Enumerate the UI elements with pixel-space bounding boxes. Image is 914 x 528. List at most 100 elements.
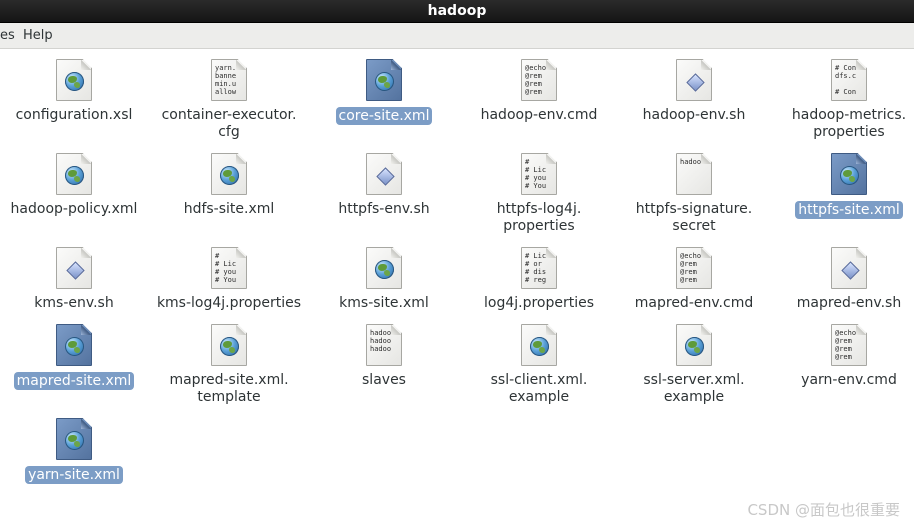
script-icon xyxy=(686,73,705,92)
globe-doc-icon xyxy=(676,324,712,366)
file-item[interactable]: yarn. banne min.u allow container-executo… xyxy=(154,59,304,141)
file-label: kms-site.xml xyxy=(309,295,459,312)
file-label-line: secret xyxy=(672,218,716,234)
globe-doc-icon xyxy=(211,153,247,195)
file-item[interactable]: configuration.xsl xyxy=(0,59,149,124)
text-preview: @echo @rem @rem @rem xyxy=(525,64,547,96)
file-label: yarn-site.xml xyxy=(0,466,149,484)
script-icon xyxy=(841,261,860,280)
globe-icon xyxy=(220,166,239,185)
globe-icon xyxy=(840,166,859,185)
file-item[interactable]: hadoo httpfs-signature. secret xyxy=(619,153,769,235)
file-label-line: httpfs-signature. xyxy=(635,201,753,217)
file-label-line: kms-log4j.properties xyxy=(156,295,302,311)
file-label: hadoop-metrics. properties xyxy=(774,107,914,141)
globe-doc-icon xyxy=(211,324,247,366)
text-doc-icon: @echo @rem @rem @rem xyxy=(831,324,867,366)
file-label: hadoop-env.cmd xyxy=(464,107,614,124)
file-item[interactable]: @echo @rem @rem @rem yarn-env.cmd xyxy=(774,324,914,389)
file-label-line: httpfs-log4j. xyxy=(496,201,582,217)
file-label: httpfs-env.sh xyxy=(309,201,459,218)
file-label-line: container-executor. xyxy=(161,107,297,123)
file-label-line: hadoop-env.cmd xyxy=(480,107,598,123)
file-grid: configuration.xsl yarn. banne min.u allow… xyxy=(0,49,914,528)
file-label: mapred-site.xml. template xyxy=(154,372,304,406)
file-item[interactable]: @echo @rem @rem @rem mapred-env.cmd xyxy=(619,247,769,312)
file-label-line: hadoop-env.sh xyxy=(642,107,746,123)
file-label: mapred-env.cmd xyxy=(619,295,769,312)
file-item[interactable]: hadoop-policy.xml xyxy=(0,153,149,218)
file-item[interactable]: # Lic # or # dis # reg log4j.properties xyxy=(464,247,614,312)
file-label: slaves xyxy=(309,372,459,389)
file-label: kms-log4j.properties xyxy=(154,295,304,312)
file-label-line: hadoop-policy.xml xyxy=(10,201,138,217)
text-doc-icon: # # Lic # you # You xyxy=(211,247,247,289)
file-label-line: mapred-env.cmd xyxy=(634,295,754,311)
file-item[interactable]: # # Lic # you # You httpfs-log4j. properti… xyxy=(464,153,614,235)
file-label-line: template xyxy=(197,389,261,405)
file-item[interactable]: httpfs-site.xml xyxy=(774,153,914,219)
file-label: log4j.properties xyxy=(464,295,614,312)
file-item[interactable]: mapred-site.xml xyxy=(0,324,149,390)
text-preview: hadoo hadoo hadoo xyxy=(370,329,392,353)
globe-icon xyxy=(65,337,84,356)
file-label-line: configuration.xsl xyxy=(15,107,133,123)
file-label: core-site.xml xyxy=(309,107,459,125)
globe-doc-icon xyxy=(56,59,92,101)
file-item[interactable]: ssl-client.xml. example xyxy=(464,324,614,406)
file-label: kms-env.sh xyxy=(0,295,149,312)
globe-icon xyxy=(685,337,704,356)
file-item[interactable]: # # Lic # you # You kms-log4j.properties xyxy=(154,247,304,312)
file-item[interactable]: mapred-env.sh xyxy=(774,247,914,312)
file-item[interactable]: hdfs-site.xml xyxy=(154,153,304,218)
file-item[interactable]: # Con dfs.c # Con hadoop-metrics. properti… xyxy=(774,59,914,141)
file-label: ssl-client.xml. example xyxy=(464,372,614,406)
globe-doc-icon xyxy=(56,324,92,366)
globe-doc-icon xyxy=(366,59,402,101)
script-doc-icon xyxy=(676,59,712,101)
globe-icon xyxy=(375,72,394,91)
text-doc-icon: hadoo xyxy=(676,153,712,195)
text-doc-icon: # Con dfs.c # Con xyxy=(831,59,867,101)
file-label: httpfs-signature. secret xyxy=(619,201,769,235)
file-item[interactable]: hadoo hadoo hadoo slaves xyxy=(309,324,459,389)
file-label-line: hdfs-site.xml xyxy=(183,201,275,217)
file-label: httpfs-log4j. properties xyxy=(464,201,614,235)
menu-bar: es Help xyxy=(0,23,914,49)
file-label: hdfs-site.xml xyxy=(154,201,304,218)
menu-help[interactable]: Help xyxy=(23,28,53,44)
globe-doc-icon xyxy=(56,418,92,460)
file-label-line: ssl-client.xml. xyxy=(490,372,588,388)
file-label-line: log4j.properties xyxy=(483,295,595,311)
file-label: yarn-env.cmd xyxy=(774,372,914,389)
file-item[interactable]: hadoop-env.sh xyxy=(619,59,769,124)
file-label: container-executor. cfg xyxy=(154,107,304,141)
text-doc-icon: @echo @rem @rem @rem xyxy=(676,247,712,289)
text-doc-icon: yarn. banne min.u allow xyxy=(211,59,247,101)
file-item[interactable]: kms-env.sh xyxy=(0,247,149,312)
file-label-line: kms-site.xml xyxy=(339,295,429,311)
file-label-line: properties xyxy=(813,124,885,140)
file-label-line: mapred-site.xml xyxy=(13,372,135,390)
file-item[interactable]: ssl-server.xml. example xyxy=(619,324,769,406)
globe-icon xyxy=(530,337,549,356)
file-item[interactable]: httpfs-env.sh xyxy=(309,153,459,218)
file-label-line: yarn-env.cmd xyxy=(801,372,897,388)
file-item[interactable]: core-site.xml xyxy=(309,59,459,125)
file-label-line: kms-env.sh xyxy=(34,295,114,311)
file-item[interactable]: yarn-site.xml xyxy=(0,418,149,484)
text-doc-icon: # # Lic # you # You xyxy=(521,153,557,195)
file-label-line: ssl-server.xml. xyxy=(643,372,745,388)
file-label-line: hadoop-metrics. xyxy=(791,107,907,123)
file-item[interactable]: @echo @rem @rem @rem hadoop-env.cmd xyxy=(464,59,614,124)
text-preview: hadoo xyxy=(680,158,702,166)
text-doc-icon: hadoo hadoo hadoo xyxy=(366,324,402,366)
text-preview: @echo @rem @rem @rem xyxy=(835,329,857,361)
menu-item-partial[interactable]: es xyxy=(0,28,15,44)
file-item[interactable]: kms-site.xml xyxy=(309,247,459,312)
file-label-line: example xyxy=(663,389,725,405)
file-item[interactable]: mapred-site.xml. template xyxy=(154,324,304,406)
file-label-line: properties xyxy=(503,218,575,234)
script-doc-icon xyxy=(366,153,402,195)
file-label: ssl-server.xml. example xyxy=(619,372,769,406)
